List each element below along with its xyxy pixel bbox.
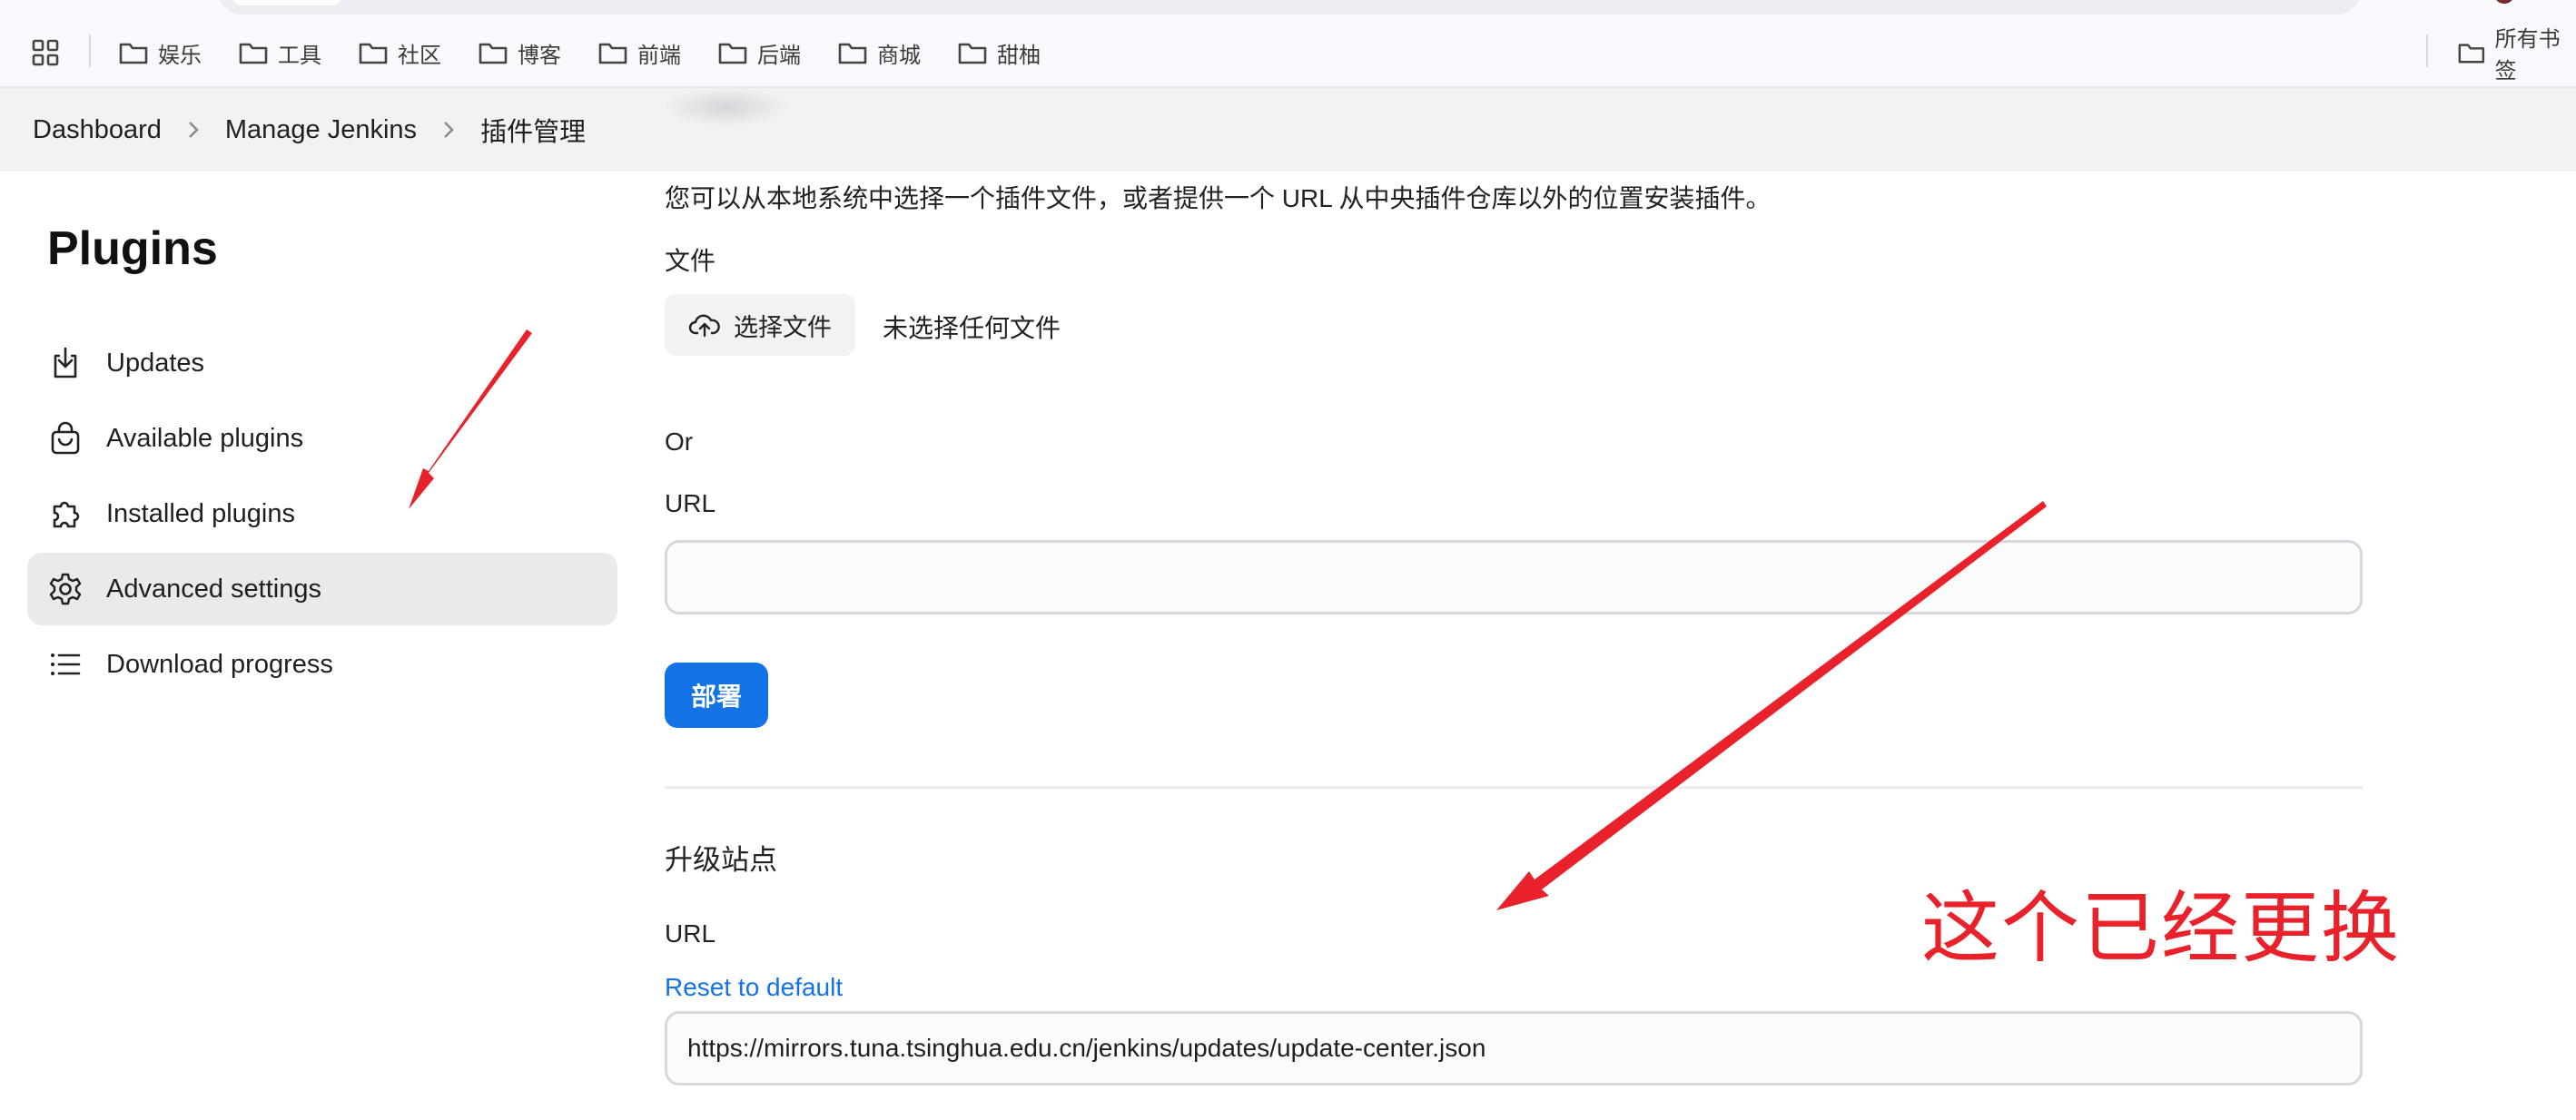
bookmark-folder-entertainment[interactable]: 娱乐: [118, 33, 202, 73]
list-icon: [47, 646, 84, 683]
bookmark-folder-blog[interactable]: 博客: [478, 33, 561, 73]
folder-icon: [958, 43, 987, 64]
reset-to-default-link[interactable]: Reset to default: [665, 973, 843, 1002]
all-bookmarks-label: 所有书签: [2494, 27, 2561, 84]
bookmarks-divider-right: [2426, 34, 2428, 67]
deploy-plugin-description: 您可以从本地系统中选择一个插件文件，或者提供一个 URL 从中央插件仓库以外的位…: [665, 184, 1772, 212]
breadcrumb-plugin-manager[interactable]: 插件管理: [480, 111, 586, 149]
bookmark-folder-tools[interactable]: 工具: [238, 33, 321, 73]
sidebar-item-installed-plugins[interactable]: Installed plugins: [27, 477, 617, 550]
bookmark-label: 娱乐: [158, 43, 202, 68]
bookmark-label: 社区: [398, 43, 441, 68]
plugin-url-input[interactable]: [665, 540, 2363, 614]
sidebar-item-label: Installed plugins: [106, 498, 295, 528]
bookmark-label: 商城: [877, 43, 921, 68]
choose-file-button[interactable]: 选择文件: [665, 294, 855, 356]
or-label: Or: [665, 427, 694, 456]
sidebar-item-available-plugins[interactable]: Available plugins: [27, 402, 617, 475]
bookmark-folder-tianyou[interactable]: 甜柚: [957, 33, 1041, 73]
update-site-title: 升级站点: [665, 844, 777, 876]
header-shadow: [663, 87, 790, 127]
bookmarks-divider: [89, 34, 91, 67]
sidebar-item-label: Advanced settings: [106, 574, 321, 604]
bookmark-folder-backend[interactable]: 后端: [717, 33, 801, 73]
folder-icon: [239, 43, 268, 64]
address-bar-edge[interactable]: [218, 0, 2361, 15]
shopping-bag-icon: [47, 420, 84, 457]
apps-grid-icon[interactable]: [31, 38, 60, 67]
deploy-button[interactable]: 部署: [665, 663, 768, 728]
puzzle-icon: [47, 496, 84, 532]
bookmark-label: 前端: [637, 43, 681, 68]
bookmark-label: 工具: [278, 43, 321, 68]
all-bookmarks-folder[interactable]: 所有书签: [2457, 27, 2576, 84]
bookmarks-bar: 娱乐 工具 社区 博客 前端 后端 商城 甜柚 所有书签: [0, 0, 2576, 88]
profile-avatar[interactable]: [2495, 0, 2513, 4]
chevron-right-icon: [188, 122, 199, 138]
annotation-note: 这个已经更换: [1921, 885, 2401, 972]
breadcrumb-bar: Dashboard Manage Jenkins 插件管理: [0, 88, 2576, 172]
download-icon: [47, 345, 84, 381]
folder-icon: [2458, 44, 2485, 64]
sidebar-item-download-progress[interactable]: Download progress: [27, 628, 617, 701]
sidebar-item-advanced-settings[interactable]: Advanced settings: [27, 553, 617, 625]
plugins-sidebar-nav: Updates Available plugins Installed plug…: [27, 327, 617, 703]
bookmark-folder-community[interactable]: 社区: [358, 33, 441, 73]
bookmark-folder-frontend[interactable]: 前端: [597, 33, 681, 73]
sidebar-item-label: Download progress: [106, 649, 333, 679]
bookmark-label: 博客: [518, 43, 561, 68]
cloud-upload-icon: [688, 314, 720, 338]
sidebar-item-updates[interactable]: Updates: [27, 327, 617, 399]
bookmark-label: 后端: [757, 43, 801, 68]
folder-icon: [119, 43, 148, 64]
breadcrumb-dashboard[interactable]: Dashboard: [33, 115, 162, 145]
plugin-url-label: URL: [665, 489, 716, 517]
update-site-url-label: URL: [665, 919, 716, 948]
folder-icon: [718, 43, 747, 64]
folder-icon: [359, 43, 388, 64]
page-title: Plugins: [47, 222, 218, 275]
sidebar-item-label: Available plugins: [106, 423, 304, 453]
chevron-right-icon: [444, 122, 454, 138]
folder-icon: [479, 43, 508, 64]
section-divider: [665, 786, 2363, 789]
folder-icon: [598, 43, 627, 64]
breadcrumb: Dashboard Manage Jenkins 插件管理: [33, 88, 586, 172]
sidebar-item-label: Updates: [106, 348, 205, 378]
update-site-url-input[interactable]: [665, 1011, 2363, 1086]
file-label: 文件: [665, 247, 716, 275]
folder-icon: [838, 43, 867, 64]
choose-file-label: 选择文件: [734, 313, 832, 341]
bookmark-label: 甜柚: [997, 43, 1041, 68]
bookmark-folder-shop[interactable]: 商城: [837, 33, 921, 73]
no-file-selected-text: 未选择任何文件: [883, 314, 1061, 342]
breadcrumb-manage-jenkins[interactable]: Manage Jenkins: [225, 115, 417, 145]
gear-icon: [47, 571, 84, 607]
